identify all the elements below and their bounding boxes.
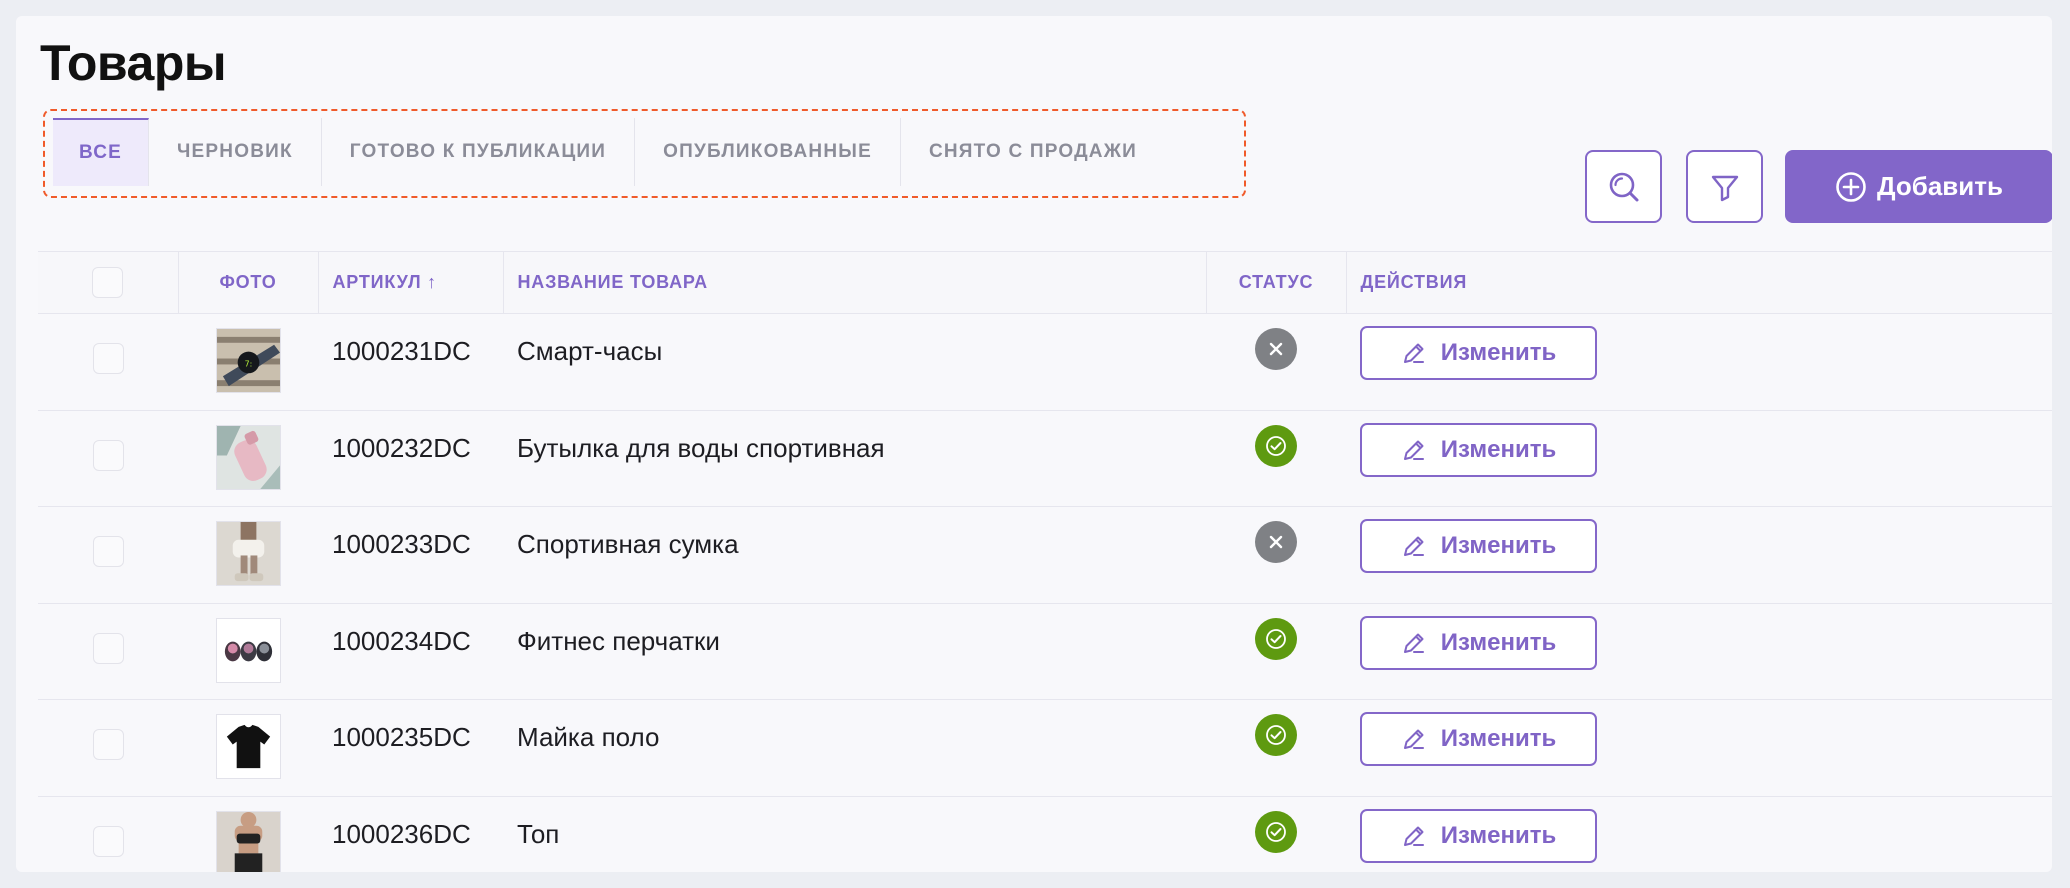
- table-header-row: ФОТО АРТИКУЛ ↑ НАЗВАНИЕ ТОВАРА СТАТУС ДЕ…: [38, 251, 2052, 314]
- product-photo-sports-bag[interactable]: [215, 521, 281, 586]
- product-photo-polo-shirt[interactable]: [215, 714, 281, 779]
- status-active-icon: [1255, 810, 1297, 853]
- edit-button[interactable]: Изменить: [1360, 615, 1597, 670]
- filter-button[interactable]: [1686, 150, 1763, 223]
- search-button[interactable]: [1585, 150, 1662, 223]
- edit-button[interactable]: Изменить: [1360, 712, 1597, 766]
- svg-text:7:: 7:: [244, 359, 252, 368]
- pencil-icon: [1403, 729, 1424, 749]
- status-inactive-icon: [1255, 328, 1297, 370]
- status-active-icon: [1255, 424, 1297, 467]
- edit-button-label: Изменить: [1440, 532, 1557, 559]
- pencil-icon: [1403, 440, 1424, 460]
- product-sku: 1000232DC: [332, 432, 471, 463]
- status-active-icon: [1255, 714, 1297, 756]
- filter-icon: [1711, 175, 1738, 201]
- plus-circle-icon: [1836, 171, 1866, 202]
- row-checkbox[interactable]: [92, 439, 124, 471]
- table-row: 1000235DC Майка поло Изменить: [38, 699, 2052, 797]
- products-table: ФОТО АРТИКУЛ ↑ НАЗВАНИЕ ТОВАРА СТАТУС ДЕ…: [38, 251, 2052, 872]
- edit-button-label: Изменить: [1440, 628, 1557, 656]
- product-photo-smartwatch[interactable]: 7:: [215, 328, 281, 393]
- table-row: 1000232DC Бутылка для воды спортивная Из…: [38, 410, 2052, 507]
- pencil-icon: [1403, 633, 1424, 653]
- tab-published[interactable]: ОПУБЛИКОВАННЫЕ: [635, 118, 901, 186]
- column-header-sku[interactable]: АРТИКУЛ ↑: [318, 251, 504, 314]
- pencil-icon: [1403, 826, 1424, 846]
- edit-button[interactable]: Изменить: [1360, 422, 1597, 477]
- add-button-label: Добавить: [1877, 171, 2003, 201]
- column-header-photo: ФОТО: [178, 251, 319, 314]
- product-sku: 1000236DC: [332, 818, 471, 849]
- tab-ready-to-publish[interactable]: ГОТОВО К ПУБЛИКАЦИИ: [322, 118, 636, 186]
- table-row: 1000234DC Фитнес перчатки Изменить: [38, 603, 2052, 700]
- select-all-cell: [38, 251, 179, 314]
- product-photo-fitness-gloves[interactable]: [215, 617, 281, 683]
- product-name: Топ: [517, 818, 560, 849]
- row-checkbox[interactable]: [92, 343, 124, 374]
- product-photo-water-bottle[interactable]: [215, 424, 281, 490]
- edit-button-label: Изменить: [1440, 725, 1557, 752]
- pencil-icon: [1403, 343, 1424, 363]
- tab-all[interactable]: ВСЕ: [53, 118, 149, 186]
- edit-button-label: Изменить: [1440, 339, 1557, 366]
- product-sku: 1000233DC: [332, 529, 471, 559]
- product-name: Майка поло: [517, 722, 660, 752]
- row-checkbox[interactable]: [92, 729, 124, 760]
- pencil-icon: [1403, 536, 1424, 556]
- column-header-name: НАЗВАНИЕ ТОВАРА: [503, 251, 1207, 314]
- page-title: Товары: [40, 35, 227, 91]
- select-all-checkbox[interactable]: [92, 267, 124, 298]
- table-row: 1000233DC Спортивная сумка Изменить: [38, 506, 2052, 604]
- product-photo-top[interactable]: [215, 810, 281, 873]
- column-header-status: СТАТУС: [1206, 251, 1347, 314]
- status-active-icon: [1255, 617, 1297, 660]
- add-product-button[interactable]: Добавить: [1785, 150, 2052, 223]
- table-row: 7: 1000231DC Смарт-часы Изменить: [38, 313, 2052, 411]
- row-checkbox[interactable]: [92, 632, 124, 664]
- column-header-actions: ДЕЙСТВИЯ: [1346, 251, 2052, 314]
- product-sku: 1000235DC: [332, 722, 471, 752]
- row-checkbox[interactable]: [92, 536, 124, 567]
- product-name: Бутылка для воды спортивная: [517, 432, 885, 463]
- product-sku: 1000234DC: [332, 625, 471, 656]
- products-card: Товары ВСЕ ЧЕРНОВИК ГОТОВО К ПУБЛИКАЦИИ …: [16, 16, 2052, 872]
- tab-withdrawn[interactable]: СНЯТО С ПРОДАЖИ: [901, 118, 1165, 186]
- product-sku: 1000231DC: [332, 336, 471, 366]
- edit-button[interactable]: Изменить: [1360, 519, 1597, 573]
- edit-button-label: Изменить: [1440, 821, 1557, 849]
- edit-button-label: Изменить: [1440, 435, 1557, 463]
- status-inactive-icon: [1255, 521, 1297, 563]
- status-tabs: ВСЕ ЧЕРНОВИК ГОТОВО К ПУБЛИКАЦИИ ОПУБЛИК…: [53, 118, 1165, 186]
- product-name: Спортивная сумка: [517, 529, 739, 559]
- row-checkbox[interactable]: [92, 825, 124, 857]
- product-name: Смарт-часы: [517, 336, 663, 366]
- table-row: 1000236DC Топ Изменить: [38, 796, 2052, 872]
- edit-button[interactable]: Изменить: [1360, 808, 1597, 863]
- search-icon: [1609, 172, 1638, 201]
- edit-button[interactable]: Изменить: [1360, 326, 1597, 380]
- product-name: Фитнес перчатки: [517, 625, 720, 656]
- tab-draft[interactable]: ЧЕРНОВИК: [149, 118, 322, 186]
